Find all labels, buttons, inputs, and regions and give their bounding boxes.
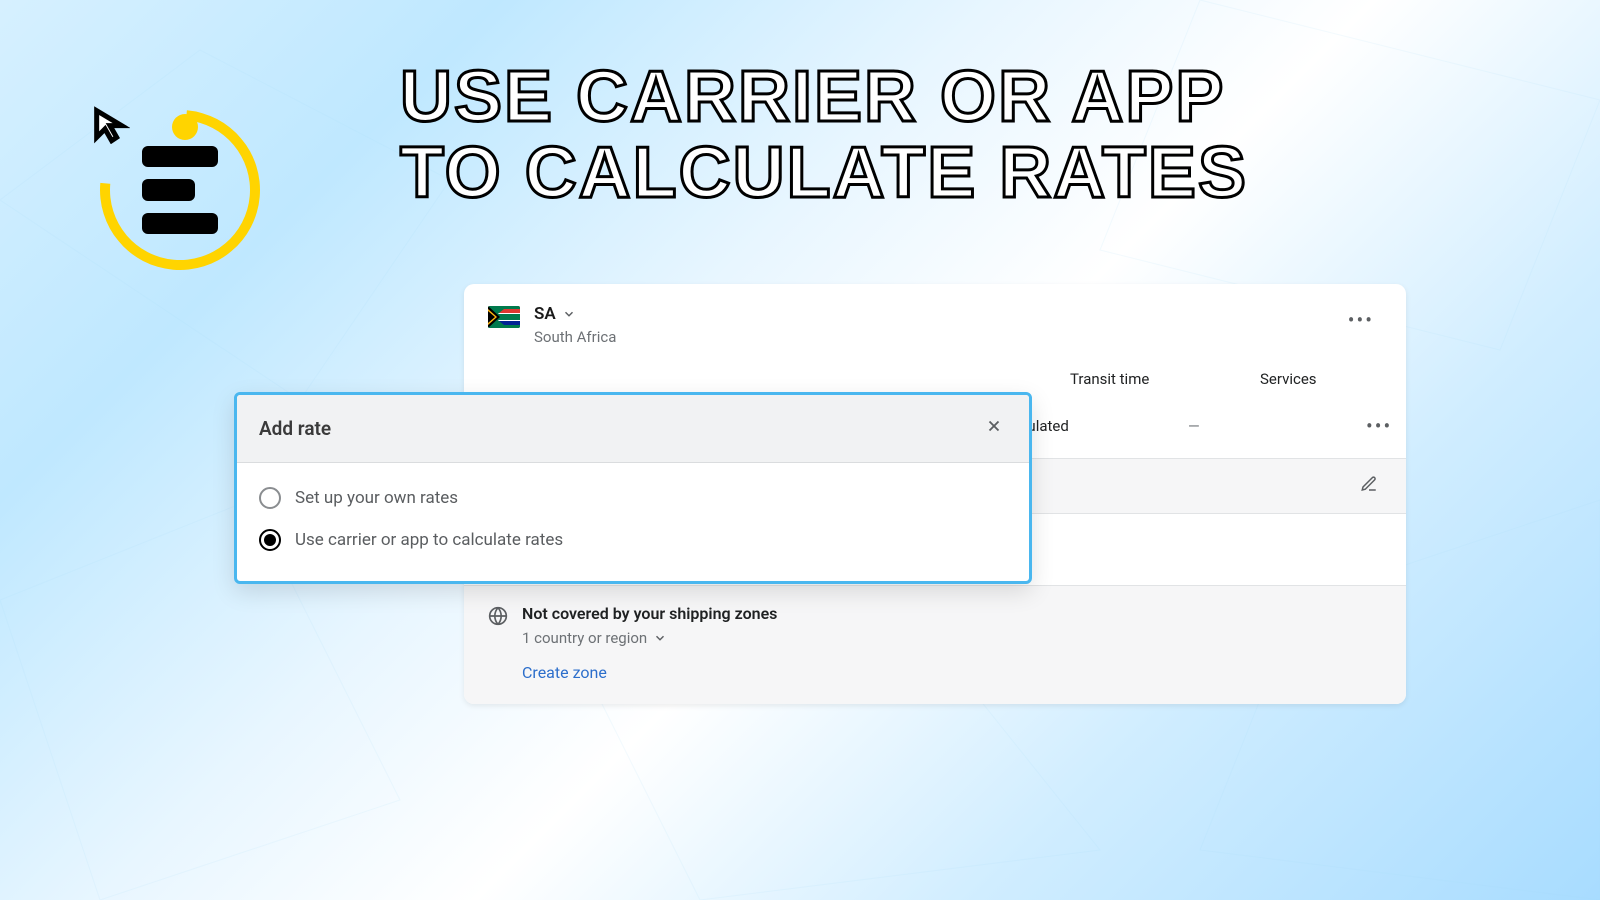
zone-selector[interactable]: SA [534,304,616,324]
not-covered-title: Not covered by your shipping zones [522,604,777,623]
brand-logo [100,110,260,270]
col-services: Services [1260,370,1350,388]
cursor-icon [90,104,130,144]
zone-actions-menu[interactable]: ••• [1340,304,1382,336]
chevron-down-icon [562,307,576,321]
radio-label: Set up your own rates [295,488,458,508]
radio-label: Use carrier or app to calculate rates [295,530,563,550]
radio-option-own-rates[interactable]: Set up your own rates [259,487,1007,509]
col-transit: Transit time [1070,370,1180,388]
row-actions-menu[interactable]: ••• [1358,410,1386,442]
pencil-icon [1360,475,1378,493]
create-zone-link[interactable]: Create zone [522,663,1382,682]
radio-option-carrier-app[interactable]: Use carrier or app to calculate rates [259,529,1007,551]
not-covered-card: Not covered by your shipping zones 1 cou… [464,586,1406,704]
close-icon [985,417,1003,435]
row-services-value: — [1188,417,1278,435]
not-covered-expand[interactable]: 1 country or region [522,629,777,647]
zone-name: South Africa [534,328,616,346]
zone-code: SA [534,304,556,324]
not-covered-count: 1 country or region [522,629,647,647]
modal-close-button[interactable] [981,413,1007,444]
chevron-down-icon [653,631,667,645]
radio-icon [259,487,281,509]
flag-icon-south-africa [488,306,520,328]
add-rate-modal: Add rate Set up your own rates Use carri… [234,392,1032,584]
edit-button[interactable] [1360,475,1378,497]
radio-icon [259,529,281,551]
globe-icon [488,606,508,630]
modal-title: Add rate [259,417,331,440]
page-headline: USE CARRIER OR APP TO CALCULATE RATES [400,60,1248,211]
